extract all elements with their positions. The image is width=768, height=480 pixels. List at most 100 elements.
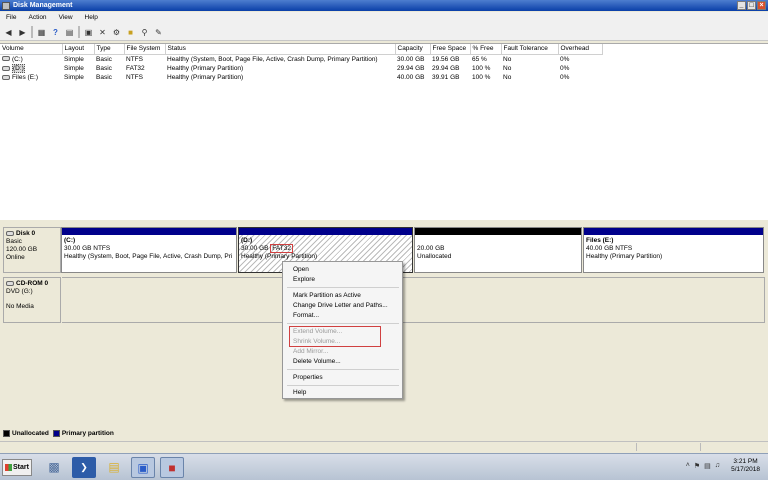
menu-bar: File Action View Help — [0, 12, 768, 24]
powershell-icon[interactable]: ❯ — [72, 457, 96, 478]
fault-tolerance-cell: No — [503, 64, 512, 72]
partition-e[interactable]: Files (E:) 40.00 GB NTFS Healthy (Primar… — [583, 227, 764, 273]
partition-bar — [239, 228, 412, 235]
partition-size: 30.00 GB — [241, 245, 269, 252]
column-header[interactable]: Fault Tolerance — [501, 44, 559, 55]
column-header[interactable]: Overhead — [558, 44, 603, 55]
clock[interactable]: 3:21 PM 5/17/2018 — [731, 458, 760, 474]
column-header[interactable]: Capacity — [395, 44, 431, 55]
cdrom-type: DVD (G:) — [6, 288, 33, 295]
overhead-cell: 0% — [560, 64, 570, 72]
partition-name: (C:) — [64, 237, 76, 244]
minimize-button[interactable]: _ — [737, 1, 746, 10]
cdrom-icon — [6, 280, 14, 286]
legend-primary: Primary partition — [61, 430, 114, 438]
partition-size: 20.00 GB — [417, 245, 445, 252]
volume-name: (D:) — [12, 63, 25, 73]
menu-help[interactable]: Help — [79, 12, 104, 24]
system-tray: ˄ ⚑ ▤ ♫ — [686, 462, 720, 470]
legend: Unallocated Primary partition — [3, 428, 114, 439]
partition-status: Healthy (System, Boot, Page File, Active… — [64, 253, 233, 260]
menu-item-properties[interactable]: Properties — [293, 373, 323, 382]
free-space-cell: 29.94 GB — [432, 64, 460, 72]
partition-bar — [584, 228, 763, 235]
menu-item-help[interactable]: Help — [293, 388, 306, 397]
unallocated-space[interactable]: 20.00 GB Unallocated — [414, 227, 582, 273]
column-header[interactable]: Free Space — [430, 44, 471, 55]
console-tree-icon[interactable]: ▦ — [36, 27, 47, 38]
settings-icon[interactable]: ⚙ — [111, 27, 122, 38]
volume-name: (C:) — [12, 55, 23, 63]
volume-icon[interactable]: ♫ — [715, 462, 720, 470]
menu-item-open[interactable]: Open — [293, 265, 309, 274]
layout-cell: Simple — [64, 64, 84, 72]
table-row[interactable]: (C:) Simple Basic NTFS Healthy (System, … — [0, 54, 602, 64]
menu-action[interactable]: Action — [22, 12, 52, 24]
cdrom-media-area — [62, 277, 765, 323]
maximize-button[interactable]: □ — [747, 1, 756, 10]
fault-tolerance-cell: No — [503, 55, 512, 63]
menu-separator — [287, 369, 399, 370]
disk-type: Basic — [6, 238, 22, 245]
status-cell: Healthy (Primary Partition) — [167, 64, 244, 72]
title-bar: Disk Management _ □ × — [0, 0, 768, 11]
column-header[interactable]: Layout — [62, 44, 95, 55]
back-icon[interactable]: ◀ — [3, 27, 14, 38]
search-icon[interactable]: ⚲ — [139, 27, 150, 38]
filesystem-cell: NTFS — [126, 74, 143, 82]
forward-icon[interactable]: ▶ — [17, 27, 28, 38]
menu-separator — [287, 323, 399, 324]
type-cell: Basic — [96, 74, 112, 82]
refresh-icon[interactable]: ▣ — [83, 27, 94, 38]
column-header[interactable]: File System — [124, 44, 166, 55]
free-space-cell: 39.91 GB — [432, 74, 460, 82]
rescan-icon[interactable]: ✎ — [153, 27, 164, 38]
open-icon[interactable]: ■ — [125, 27, 136, 38]
table-row[interactable]: (D:) Simple Basic FAT32 Healthy (Primary… — [0, 63, 602, 74]
disk-name: Disk 0 — [16, 230, 36, 237]
menu-separator — [287, 287, 399, 288]
column-header[interactable]: % Free — [470, 44, 502, 55]
fault-tolerance-cell: No — [503, 74, 512, 82]
toolbar-separator — [31, 26, 33, 38]
disk-0-label[interactable]: Disk 0 Basic 120.00 GB Online — [3, 227, 61, 273]
menu-file[interactable]: File — [0, 12, 22, 24]
start-button[interactable]: Start — [2, 459, 32, 476]
partition-status: Healthy (Primary Partition) — [586, 253, 663, 260]
menu-item-mark-active[interactable]: Mark Partition as Active — [293, 291, 361, 300]
taskbar: Start ▩ ❯ ▤ ▣ ■ ˄ ⚑ ▤ ♫ 3:21 PM 5/17/201… — [0, 453, 768, 480]
layout-cell: Simple — [64, 55, 84, 63]
computer-management-icon[interactable]: ▣ — [131, 457, 155, 478]
help-icon[interactable]: ? — [50, 27, 61, 38]
column-header[interactable]: Type — [94, 44, 125, 55]
menu-item-format[interactable]: Format... — [293, 311, 319, 320]
menu-item-add-mirror: Add Mirror... — [293, 348, 329, 355]
close-button[interactable]: × — [757, 1, 766, 10]
cdrom-label[interactable]: CD-ROM 0 DVD (G:) No Media — [3, 277, 61, 323]
clock-time: 3:21 PM — [733, 458, 758, 465]
percent-free-cell: 65 % — [472, 55, 487, 63]
properties-icon[interactable]: ▤ — [64, 27, 75, 38]
partition-c[interactable]: (C:) 30.00 GB NTFS Healthy (System, Boot… — [61, 227, 237, 273]
show-hidden-icons-icon[interactable]: ˄ — [686, 462, 690, 470]
toolbox-icon[interactable]: ■ — [160, 457, 184, 478]
explorer-icon[interactable]: ▤ — [102, 457, 126, 478]
column-header[interactable]: Volume — [0, 44, 63, 55]
capacity-cell: 29.94 GB — [397, 64, 425, 72]
partition-name: Files (E:) — [586, 237, 614, 244]
partition-size: 30.00 GB NTFS — [64, 245, 111, 252]
menu-item-delete-volume[interactable]: Delete Volume... — [293, 357, 341, 366]
menu-item-explore[interactable]: Explore — [293, 275, 315, 284]
flag-icon[interactable]: ⚑ — [694, 462, 700, 470]
filesystem-cell: NTFS — [126, 55, 143, 63]
delete-icon[interactable]: ✕ — [97, 27, 108, 38]
table-row[interactable]: Files (E:) Simple Basic NTFS Healthy (Pr… — [0, 73, 602, 83]
overhead-cell: 0% — [560, 74, 570, 82]
cdrom-name: CD-ROM 0 — [16, 280, 49, 287]
server-manager-icon[interactable]: ▩ — [42, 457, 66, 478]
status-cell: Healthy (Primary Partition) — [167, 74, 244, 82]
column-header[interactable]: Status — [165, 44, 396, 55]
menu-view[interactable]: View — [53, 12, 79, 24]
menu-item-change-drive-letter[interactable]: Change Drive Letter and Paths... — [293, 301, 388, 310]
network-icon[interactable]: ▤ — [704, 462, 711, 470]
